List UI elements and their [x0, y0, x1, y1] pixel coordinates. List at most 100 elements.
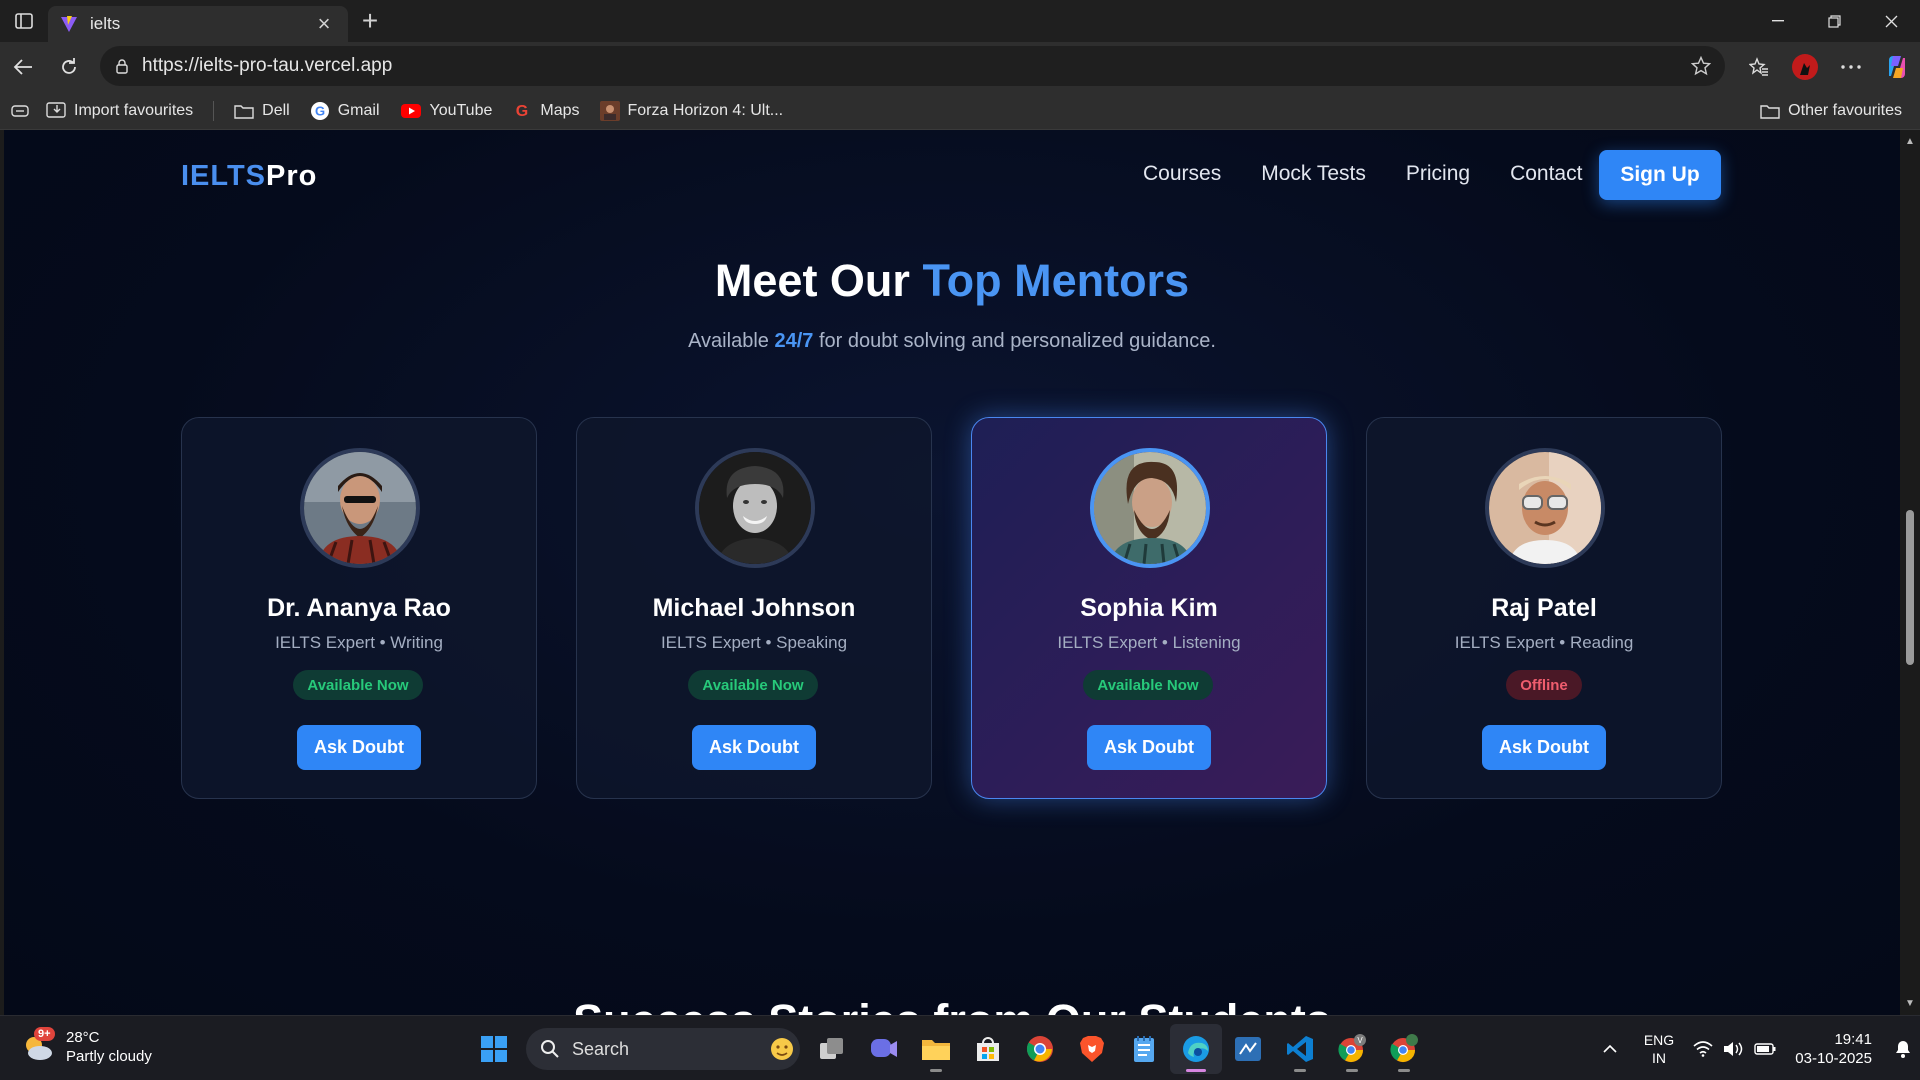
scroll-down-icon[interactable]: ▼ [1904, 998, 1916, 1009]
system-tray: ENG IN 19:41 03-10-2025 [1590, 1016, 1920, 1080]
new-tab-icon[interactable]: + [348, 5, 392, 37]
chevron-up-icon[interactable] [1590, 1044, 1630, 1053]
bookmark-youtube[interactable]: YouTube [400, 101, 493, 120]
favorite-star-icon[interactable] [1691, 56, 1711, 76]
nav-link-mock-tests[interactable]: Mock Tests [1261, 162, 1366, 186]
clock-time: 19:41 [1834, 1030, 1872, 1048]
window-controls [1749, 0, 1920, 42]
edge-icon[interactable] [1170, 1024, 1222, 1074]
copilot-icon[interactable] [1874, 44, 1920, 90]
page-scrollbar[interactable]: ▲ ▼ [1900, 130, 1920, 1015]
language-indicator[interactable]: ENG IN [1630, 1031, 1688, 1067]
nav-link-contact[interactable]: Contact [1510, 162, 1582, 186]
close-window-icon[interactable] [1863, 0, 1920, 42]
search-label: Search [572, 1038, 630, 1059]
remote-desktop-icon[interactable] [1222, 1024, 1274, 1074]
clock[interactable]: 19:41 03-10-2025 [1782, 1030, 1872, 1068]
heading-text: Meet Our [714, 255, 910, 306]
bookmark-label: Gmail [337, 101, 380, 119]
mentor-name: Raj Patel [1491, 594, 1597, 622]
mentor-role: IELTS Expert • Reading [1454, 633, 1634, 652]
scroll-thumb[interactable] [1906, 510, 1914, 665]
browser-toolbar: https://ielts-pro-tau.vercel.app [0, 42, 1920, 92]
svg-text:G: G [315, 103, 325, 118]
nav-link-pricing[interactable]: Pricing [1406, 162, 1470, 186]
wifi-icon[interactable] [1688, 1040, 1718, 1057]
game-thumbnail-icon [599, 100, 620, 121]
youtube-icon [400, 103, 422, 119]
sidebar-toggle-icon[interactable] [0, 0, 48, 42]
chrome-profile-icon[interactable]: V [1326, 1024, 1378, 1074]
status-badge: Available Now [1083, 670, 1213, 700]
heading-highlight: Top Mentors [922, 255, 1190, 306]
microsoft-store-icon[interactable] [962, 1024, 1014, 1074]
clock-date: 03-10-2025 [1795, 1049, 1872, 1067]
refresh-icon[interactable] [46, 44, 92, 90]
next-section-heading: Success Stories from Our Students [4, 995, 1900, 1015]
bookmark-import-favourites[interactable]: Import favourites [46, 102, 193, 120]
browser-tab[interactable]: ielts × [48, 6, 348, 42]
screen: ielts × + https://ielts-pro-tau.vercel.a… [0, 0, 1920, 1080]
chrome-icon[interactable] [1014, 1024, 1066, 1074]
site-logo[interactable]: IELTSPro [181, 160, 317, 193]
ask-doubt-button[interactable]: Ask Doubt [1482, 725, 1606, 770]
bookmark-label: YouTube [429, 101, 493, 119]
svg-text:G: G [516, 103, 528, 120]
sign-up-button[interactable]: Sign Up [1599, 150, 1721, 200]
file-explorer-icon[interactable] [910, 1024, 962, 1074]
mentor-role: IELTS Expert • Listening [1057, 633, 1241, 652]
favorites-icon[interactable] [1736, 44, 1782, 90]
back-icon[interactable] [0, 44, 46, 90]
mentor-name: Sophia Kim [1080, 594, 1218, 622]
scroll-up-icon[interactable]: ▲ [1904, 136, 1916, 147]
more-options-icon[interactable] [1828, 44, 1874, 90]
teams-meet-icon[interactable] [858, 1024, 910, 1074]
site-info-icon[interactable] [114, 58, 130, 74]
page-viewport: IELTSPro Courses Mock Tests Pricing Cont… [4, 130, 1900, 1015]
google-icon: G [310, 101, 330, 121]
bookmark-maps[interactable]: G Maps [512, 101, 579, 121]
other-favourites-label: Other favourites [1788, 102, 1902, 119]
ask-doubt-button[interactable]: Ask Doubt [297, 725, 421, 770]
bookmark-gmail[interactable]: G Gmail [310, 101, 380, 121]
other-favourites[interactable]: Other favourites [1760, 92, 1902, 130]
avatar [1485, 448, 1605, 568]
folder-icon [1760, 103, 1780, 119]
bookmark-forza[interactable]: Forza Horizon 4: Ult... [599, 100, 784, 121]
bookmark-label: Dell [262, 101, 290, 119]
task-view-icon[interactable] [806, 1024, 858, 1074]
mentor-card: Michael Johnson IELTS Expert • Speaking … [576, 417, 932, 799]
restore-icon[interactable] [1806, 0, 1863, 42]
profile-avatar[interactable] [1782, 44, 1828, 90]
ask-doubt-button[interactable]: Ask Doubt [1087, 725, 1211, 770]
avatar [1090, 448, 1210, 568]
bookmark-dell[interactable]: Dell [234, 102, 290, 120]
chrome-profile-2-icon[interactable] [1378, 1024, 1430, 1074]
ask-doubt-button[interactable]: Ask Doubt [692, 725, 816, 770]
windows-start-icon[interactable] [468, 1024, 520, 1074]
subheading-text-b: for doubt solving and personalized guida… [818, 330, 1216, 352]
url-text[interactable]: https://ielts-pro-tau.vercel.app [142, 55, 1691, 77]
taskbar-search[interactable]: Search [526, 1028, 800, 1070]
address-bar[interactable]: https://ielts-pro-tau.vercel.app [100, 46, 1725, 86]
minimize-icon[interactable] [1749, 0, 1806, 42]
tab-close-icon[interactable]: × [312, 13, 336, 35]
status-badge: Offline [1506, 670, 1582, 700]
notification-icon[interactable] [1886, 1039, 1920, 1059]
mentor-role: IELTS Expert • Writing [275, 633, 443, 652]
weather-widget[interactable]: 9+ 28°C Partly cloudy [20, 1027, 152, 1066]
toolbar-right [1736, 42, 1920, 92]
volume-icon[interactable] [1718, 1041, 1748, 1057]
bookmark-label: Forza Horizon 4: Ult... [627, 101, 784, 119]
battery-icon[interactable] [1748, 1042, 1782, 1055]
mentor-card: Dr. Ananya Rao IELTS Expert • Writing Av… [181, 417, 537, 799]
brave-icon[interactable] [1066, 1024, 1118, 1074]
tab-bar: ielts × + [0, 0, 1920, 42]
reading-list-icon[interactable] [10, 103, 30, 119]
vite-favicon-icon [61, 16, 77, 32]
vscode-icon[interactable] [1274, 1024, 1326, 1074]
nav-link-courses[interactable]: Courses [1143, 162, 1221, 186]
logo-text-pro: Pro [266, 160, 318, 192]
notepad-icon[interactable] [1118, 1024, 1170, 1074]
section-heading: Meet Our Top Mentors [4, 255, 1900, 307]
